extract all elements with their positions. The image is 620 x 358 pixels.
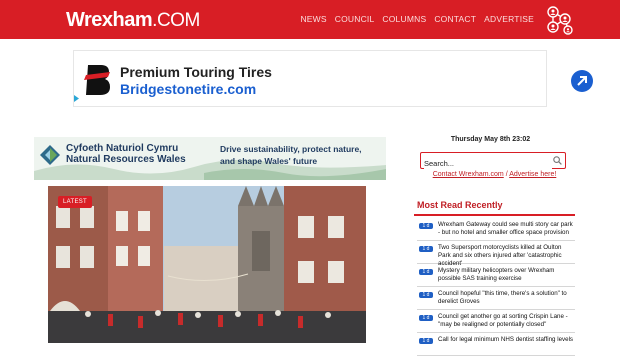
search-input[interactable] xyxy=(424,156,552,171)
age-badge: 1 d xyxy=(419,338,433,344)
contact-link[interactable]: Contact Wrexham.com xyxy=(433,171,504,178)
age-badge: 1 d xyxy=(419,315,433,321)
headline-link[interactable]: Two Supersport motorcyclists killed at O… xyxy=(438,244,574,268)
ad-url[interactable]: Bridgestonetire.com xyxy=(120,81,256,97)
ad-banner-nrw[interactable]: Cyfoeth Naturiol Cymru Natural Resources… xyxy=(34,137,386,180)
list-item[interactable]: 1 d Call for legal minimum NHS dentist s… xyxy=(417,335,575,356)
site-logo[interactable]: Wrexham.COM xyxy=(66,9,200,32)
main-nav: NEWS COUNCIL COLUMNS CONTACT ADVERTISE xyxy=(300,14,534,24)
people-network-icon[interactable] xyxy=(543,3,575,35)
search-box xyxy=(420,152,566,171)
nav-council[interactable]: COUNCIL xyxy=(335,14,375,24)
nrw-logo-icon xyxy=(40,145,60,165)
sidebar-links: Contact Wrexham.com / Advertise here! xyxy=(414,171,575,178)
age-badge: 1 d xyxy=(419,246,433,252)
most-read-list: 1 d Wrexham Gateway could see multi stor… xyxy=(417,220,575,358)
headline-link[interactable]: Council hopeful "this time, there's a so… xyxy=(438,290,574,306)
search-icon[interactable] xyxy=(553,156,562,165)
nav-news[interactable]: NEWS xyxy=(300,14,326,24)
site-header: Wrexham.COM NEWS COUNCIL COLUMNS CONTACT… xyxy=(0,0,620,39)
advertise-link[interactable]: Advertise here! xyxy=(509,171,556,178)
list-item[interactable]: 1 d Wrexham Gateway could see multi stor… xyxy=(417,220,575,241)
nrw-welsh-name: Cyfoeth Naturiol Cymru xyxy=(66,143,179,154)
list-item[interactable]: 1 d Council get another go at sorting Cr… xyxy=(417,312,575,333)
list-item[interactable]: 1 d Mystery military helicopters over Wr… xyxy=(417,266,575,287)
nav-advertise[interactable]: ADVERTISE xyxy=(484,14,534,24)
sidebar: Thursday May 8th 23:02 Contact Wrexham.c… xyxy=(414,131,575,356)
logo-suffix: .COM xyxy=(152,10,200,31)
latest-badge: LATEST xyxy=(58,196,93,208)
current-datetime: Thursday May 8th 23:02 xyxy=(450,136,531,143)
age-badge: 1 d xyxy=(419,223,433,229)
nav-contact[interactable]: CONTACT xyxy=(434,14,476,24)
ad-title[interactable]: Premium Touring Tires xyxy=(120,64,272,80)
headline-link[interactable]: Mystery military helicopters over Wrexha… xyxy=(438,267,574,283)
most-read-title: Most Read Recently xyxy=(417,200,503,210)
arrow-right-circle-icon[interactable] xyxy=(570,69,594,93)
nav-columns[interactable]: COLUMNS xyxy=(382,14,426,24)
list-item[interactable]: 1 d Two Supersport motorcyclists killed … xyxy=(417,243,575,267)
headline-link[interactable]: Council get another go at sorting Crispi… xyxy=(438,313,574,329)
age-badge: 1 d xyxy=(419,269,433,275)
age-badge: 1 d xyxy=(419,292,433,298)
street-parade-photo xyxy=(48,186,366,343)
feature-image[interactable] xyxy=(48,186,366,343)
logo-main: Wrexham xyxy=(66,9,153,31)
most-read-divider xyxy=(414,214,575,216)
nrw-slogan: Drive sustainability, protect nature, an… xyxy=(220,144,362,166)
list-item[interactable]: 1 d Council hopeful "this time, there's … xyxy=(417,289,575,310)
nrw-english-name: Natural Resources Wales xyxy=(66,154,186,165)
headline-link[interactable]: Wrexham Gateway could see multi story ca… xyxy=(438,221,574,237)
ad-banner-tires[interactable]: Premium Touring Tires Bridgestonetire.co… xyxy=(73,50,593,107)
adchoices-icon[interactable] xyxy=(73,94,80,103)
bridgestone-b-icon xyxy=(84,65,110,95)
